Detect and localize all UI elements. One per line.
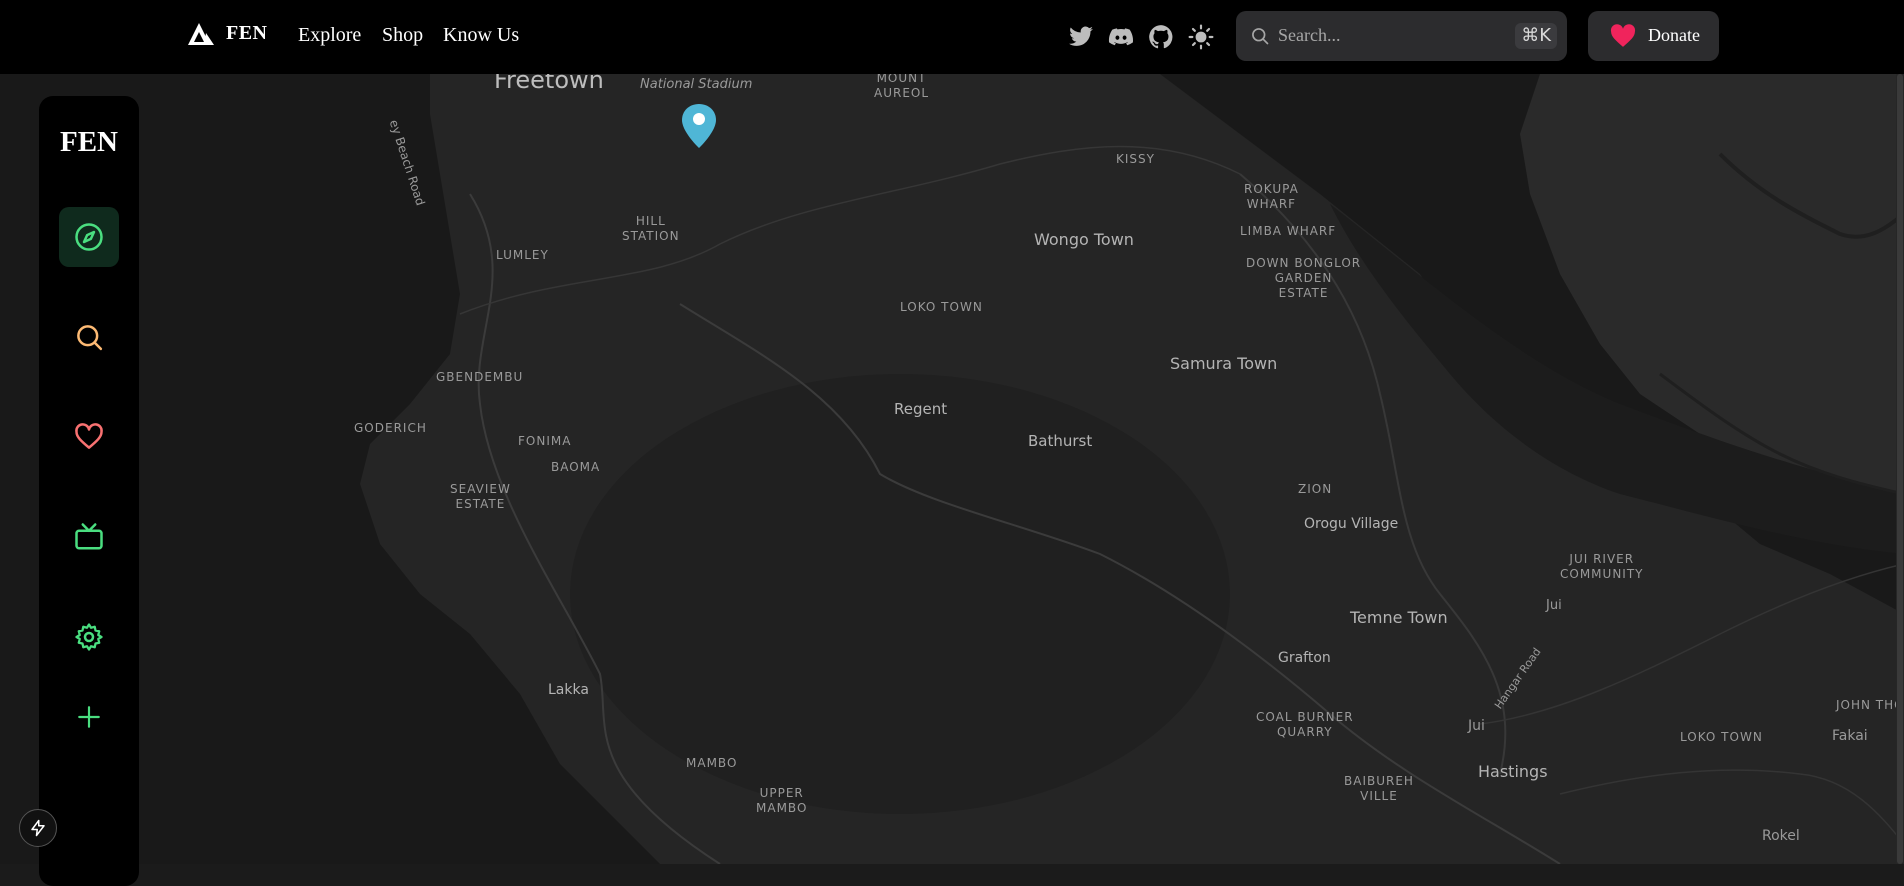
brand-name: FEN [226,22,268,44]
brand-link[interactable]: FEN [188,22,268,45]
quick-action-button[interactable] [19,809,57,847]
settings-icon [75,623,103,651]
map-view[interactable]: Freetown National Stadium MOUNT AUREOL KI… [0,74,1904,864]
map-label-lakka: Lakka [548,682,589,698]
map-label-goderich: GODERICH [354,421,427,435]
heart-icon [75,423,103,449]
map-marker-pin-icon[interactable] [682,104,716,148]
sidebar-item-explore[interactable] [59,207,119,267]
map-label-freetown: Freetown [494,74,604,94]
map-label-hill-station: HILL STATION [622,214,680,243]
map-label-loko-town-2: LOKO TOWN [1680,730,1763,744]
map-label-mambo: MAMBO [686,756,738,770]
sidebar-item-favorites[interactable] [59,407,119,467]
github-icon[interactable] [1148,24,1174,50]
search-shortcut-badge: ⌘K [1515,23,1557,49]
nav-know-us[interactable]: Know Us [443,24,519,47]
map-label-lumley: LUMLEY [496,248,549,262]
map-label-seaview-estate: SEAVIEW ESTATE [450,482,511,511]
map-label-grafton: Grafton [1278,650,1331,666]
map-label-bathurst: Bathurst [1028,432,1093,450]
map-label-jui: Jui [1468,718,1485,734]
map-label-coal-burner-quarry: COAL BURNER QUARRY [1256,710,1354,739]
lightning-icon [31,819,45,837]
map-label-rokel: Rokel [1762,828,1800,844]
sidebar-item-add[interactable] [59,687,119,747]
scrollbar-thumb[interactable] [1897,74,1903,864]
map-label-gbendembu: GBENDEMBU [436,370,524,384]
map-terrain [0,74,1904,864]
theme-toggle-icon[interactable] [1188,24,1214,50]
sidebar-logo[interactable]: FEN [39,126,139,159]
discord-icon[interactable] [1108,24,1134,50]
map-label-baibureh-ville: BAIBUREH VILLE [1344,774,1414,803]
search-icon [1252,28,1269,45]
nav-explore[interactable]: Explore [298,24,361,47]
twitter-icon[interactable] [1068,24,1094,50]
map-label-fakai: Fakai [1832,728,1868,744]
tv-icon [75,523,103,550]
map-label-loko-town: LOKO TOWN [900,300,983,314]
map-label-zion: ZION [1298,482,1333,496]
map-label-wongo-town: Wongo Town [1034,230,1134,249]
map-label-down-bonglor: DOWN BONGLOR GARDEN ESTATE [1246,256,1362,300]
search-placeholder: Search... [1278,25,1341,45]
sidebar: FEN [39,96,139,886]
nav-shop[interactable]: Shop [382,24,423,47]
brand-logo-icon [188,22,214,45]
map-label-mount-aureol: MOUNT AUREOL [874,74,930,100]
sidebar-item-search[interactable] [59,307,119,367]
donate-label: Donate [1648,25,1700,45]
map-label-jui-top: Jui [1546,598,1562,613]
heart-icon [1610,24,1636,47]
search-icon [77,325,103,351]
map-label-kissy: KISSY [1116,152,1155,166]
sidebar-item-settings[interactable] [59,607,119,667]
map-label-hastings: Hastings [1478,762,1548,781]
map-label-rokupa-wharf: ROKUPA WHARF [1244,182,1299,211]
sidebar-item-tv[interactable] [59,507,119,567]
compass-icon [75,223,103,251]
top-navbar: FEN Explore Shop Know Us Search... ⌘K Do… [0,0,1904,74]
map-label-samura-town: Samura Town [1170,354,1278,373]
search-input[interactable]: Search... ⌘K [1236,11,1567,61]
map-label-temne-town: Temne Town [1350,608,1448,627]
map-label-regent: Regent [894,400,948,418]
map-label-baoma: BAOMA [551,460,601,474]
map-label-national-stadium: National Stadium [640,77,753,92]
plus-icon [78,706,100,728]
map-label-fonima: FONIMA [518,434,572,448]
map-label-limba-wharf: LIMBA WHARF [1240,224,1337,238]
donate-button[interactable]: Donate [1588,11,1719,61]
map-label-john-tho: JOHN THO [1836,698,1904,712]
map-label-upper-mambo: UPPER MAMBO [756,786,808,815]
map-label-orogu-village: Orogu Village [1304,516,1399,532]
map-label-jui-river-community: JUI RIVER COMMUNITY [1560,552,1644,581]
scrollbar[interactable] [1896,74,1904,864]
